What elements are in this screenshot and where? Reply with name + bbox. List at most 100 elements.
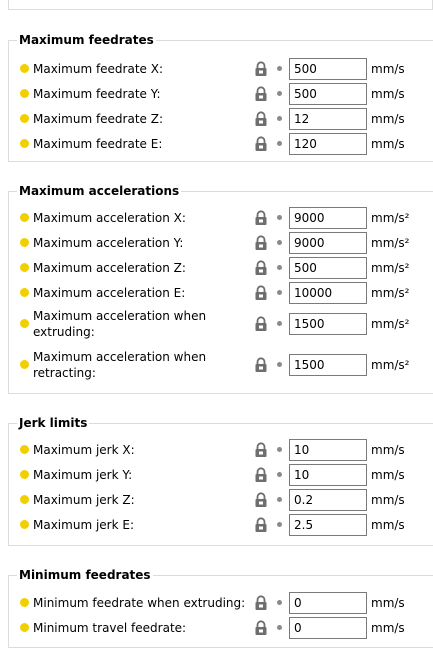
mode-simple-bullet-icon bbox=[20, 520, 29, 529]
reset-dot-icon[interactable] bbox=[277, 215, 282, 220]
reset-dot-icon[interactable] bbox=[277, 116, 282, 121]
lock-icon[interactable] bbox=[253, 467, 269, 483]
mode-simple-bullet-icon bbox=[20, 623, 29, 632]
reset-dot-icon[interactable] bbox=[277, 91, 282, 96]
reset-dot-icon[interactable] bbox=[277, 321, 282, 326]
reset-dot-icon[interactable] bbox=[277, 522, 282, 527]
setting-row: Maximum feedrate E: mm/s bbox=[9, 133, 433, 155]
reset-dot-icon[interactable] bbox=[277, 447, 282, 452]
reset-dot-icon[interactable] bbox=[277, 600, 282, 605]
setting-label: Maximum acceleration when retracting: bbox=[33, 350, 207, 380]
mode-simple-bullet-icon bbox=[20, 213, 29, 222]
setting-value-input[interactable] bbox=[289, 232, 367, 254]
setting-value-input[interactable] bbox=[289, 514, 367, 536]
mode-simple-bullet-icon bbox=[20, 495, 29, 504]
unit-label: mm/s² bbox=[371, 211, 410, 225]
lock-icon[interactable] bbox=[253, 316, 269, 332]
group-title: Maximum feedrates bbox=[17, 32, 156, 48]
group-title: Minimum feedrates bbox=[17, 567, 153, 583]
setting-row: Maximum feedrate Y: mm/s bbox=[9, 83, 433, 105]
setting-value-input[interactable] bbox=[289, 257, 367, 279]
mode-simple-bullet-icon bbox=[20, 445, 29, 454]
mode-simple-bullet-icon bbox=[20, 114, 29, 123]
mode-simple-bullet-icon bbox=[20, 288, 29, 297]
setting-value-input[interactable] bbox=[289, 58, 367, 80]
reset-dot-icon[interactable] bbox=[277, 472, 282, 477]
setting-value-input[interactable] bbox=[289, 592, 367, 614]
lock-icon[interactable] bbox=[253, 285, 269, 301]
lock-icon[interactable] bbox=[253, 595, 269, 611]
setting-row: Minimum travel feedrate: mm/s bbox=[9, 617, 433, 639]
reset-dot-icon[interactable] bbox=[277, 497, 282, 502]
setting-value-input[interactable] bbox=[289, 464, 367, 486]
setting-label: Maximum jerk X: bbox=[33, 443, 135, 457]
setting-label: Maximum acceleration Z: bbox=[33, 261, 186, 275]
reset-dot-icon[interactable] bbox=[277, 141, 282, 146]
lock-icon[interactable] bbox=[253, 235, 269, 251]
group-maximum-accelerations: Maximum accelerations Maximum accelerati… bbox=[8, 183, 433, 394]
group-title: Jerk limits bbox=[17, 415, 90, 431]
reset-dot-icon[interactable] bbox=[277, 290, 282, 295]
setting-label: Maximum feedrate Y: bbox=[33, 87, 161, 101]
mode-simple-bullet-icon bbox=[20, 263, 29, 272]
setting-row: Maximum feedrate Z: mm/s bbox=[9, 108, 433, 130]
setting-value-input[interactable] bbox=[289, 133, 367, 155]
setting-row: Maximum jerk E: mm/s bbox=[9, 514, 433, 536]
setting-value-input[interactable] bbox=[289, 617, 367, 639]
lock-icon[interactable] bbox=[253, 357, 269, 373]
reset-dot-icon[interactable] bbox=[277, 625, 282, 630]
unit-label: mm/s bbox=[371, 493, 405, 507]
reset-dot-icon[interactable] bbox=[277, 240, 282, 245]
reset-dot-icon[interactable] bbox=[277, 66, 282, 71]
lock-icon[interactable] bbox=[253, 492, 269, 508]
setting-value-input[interactable] bbox=[289, 313, 367, 335]
setting-row: Maximum jerk Y: mm/s bbox=[9, 464, 433, 486]
mode-simple-bullet-icon bbox=[20, 238, 29, 247]
setting-value-input[interactable] bbox=[289, 439, 367, 461]
group-jerk-limits: Jerk limits Maximum jerk X: mm/s Maximum… bbox=[8, 415, 433, 546]
unit-label: mm/s² bbox=[371, 261, 410, 275]
setting-value-input[interactable] bbox=[289, 83, 367, 105]
unit-label: mm/s bbox=[371, 468, 405, 482]
mode-simple-bullet-icon bbox=[20, 319, 29, 328]
lock-icon[interactable] bbox=[253, 136, 269, 152]
setting-row: Maximum jerk X: mm/s bbox=[9, 439, 433, 461]
setting-row: Maximum acceleration when retracting: mm… bbox=[9, 348, 433, 382]
lock-icon[interactable] bbox=[253, 620, 269, 636]
mode-simple-bullet-icon bbox=[20, 89, 29, 98]
mode-simple-bullet-icon bbox=[20, 139, 29, 148]
lock-icon[interactable] bbox=[253, 111, 269, 127]
mode-simple-bullet-icon bbox=[20, 360, 29, 369]
setting-label: Maximum feedrate X: bbox=[33, 62, 164, 76]
reset-dot-icon[interactable] bbox=[277, 362, 282, 367]
previous-group-frame bbox=[8, 0, 433, 10]
unit-label: mm/s² bbox=[371, 358, 410, 372]
lock-icon[interactable] bbox=[253, 61, 269, 77]
setting-row: Maximum acceleration Z: mm/s² bbox=[9, 257, 433, 279]
lock-icon[interactable] bbox=[253, 86, 269, 102]
lock-icon[interactable] bbox=[253, 442, 269, 458]
group-minimum-feedrates: Minimum feedrates Minimum feedrate when … bbox=[8, 567, 433, 648]
reset-dot-icon[interactable] bbox=[277, 265, 282, 270]
setting-row: Maximum acceleration X: mm/s² bbox=[9, 207, 433, 229]
setting-value-input[interactable] bbox=[289, 207, 367, 229]
lock-icon[interactable] bbox=[253, 517, 269, 533]
setting-label: Maximum jerk Z: bbox=[33, 493, 135, 507]
lock-icon[interactable] bbox=[253, 210, 269, 226]
setting-row: Maximum acceleration Y: mm/s² bbox=[9, 232, 433, 254]
unit-label: mm/s² bbox=[371, 236, 410, 250]
setting-row: Maximum jerk Z: mm/s bbox=[9, 489, 433, 511]
setting-value-input[interactable] bbox=[289, 108, 367, 130]
setting-value-input[interactable] bbox=[289, 282, 367, 304]
unit-label: mm/s bbox=[371, 112, 405, 126]
setting-label: Maximum feedrate Z: bbox=[33, 112, 164, 126]
setting-label: Maximum acceleration E: bbox=[33, 286, 186, 300]
unit-label: mm/s² bbox=[371, 286, 410, 300]
setting-value-input[interactable] bbox=[289, 354, 367, 376]
unit-label: mm/s² bbox=[371, 317, 410, 331]
mode-simple-bullet-icon bbox=[20, 598, 29, 607]
setting-value-input[interactable] bbox=[289, 489, 367, 511]
lock-icon[interactable] bbox=[253, 260, 269, 276]
setting-row: Maximum acceleration when extruding: mm/… bbox=[9, 307, 433, 341]
unit-label: mm/s bbox=[371, 596, 405, 610]
